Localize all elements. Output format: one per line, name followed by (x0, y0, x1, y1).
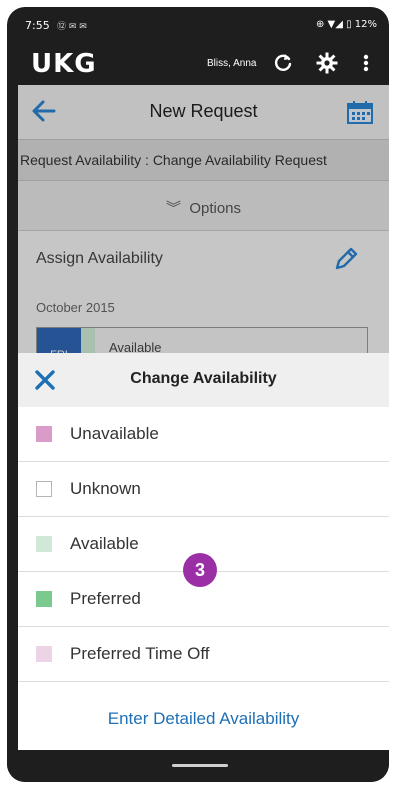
home-handle[interactable] (172, 764, 228, 767)
sheet-header: Change Availability (18, 353, 389, 407)
step-badge: 3 (183, 553, 217, 587)
option-label: Preferred (70, 589, 141, 608)
enter-detailed-availability-link[interactable]: Enter Detailed Availability (18, 709, 389, 729)
option-label: Unavailable (70, 424, 159, 443)
color-swatch (36, 591, 52, 607)
dim-overlay (18, 85, 389, 353)
option-label: Available (70, 534, 139, 553)
app-bar: UKG Bliss, Anna (7, 47, 389, 85)
color-swatch (36, 481, 52, 497)
status-notification-icons: ⑫ ✉ ✉ (57, 22, 87, 32)
phone-frame: 7:55 ⑫ ✉ ✉ ⊕ ▼◢ ▯ 12% UKG Bliss, Anna Ne… (7, 7, 389, 782)
status-battery: ⊕ ▼◢ ▯ 12% (315, 19, 377, 30)
change-availability-sheet: Change Availability Unavailable Unknown … (18, 353, 389, 757)
option-unknown[interactable]: Unknown (18, 462, 389, 517)
color-swatch (36, 646, 52, 662)
user-name[interactable]: Bliss, Anna (207, 58, 256, 69)
ukg-logo: UKG (31, 49, 97, 79)
option-label: Preferred Time Off (70, 644, 210, 663)
color-swatch (36, 426, 52, 442)
option-preferred-time-off[interactable]: Preferred Time Off (18, 627, 389, 682)
refresh-icon[interactable] (271, 51, 295, 75)
option-label: Unknown (70, 479, 141, 498)
overflow-menu-icon[interactable] (359, 51, 373, 75)
status-bar: 7:55 ⑫ ✉ ✉ ⊕ ▼◢ ▯ 12% (7, 7, 389, 47)
color-swatch (36, 536, 52, 552)
option-unavailable[interactable]: Unavailable (18, 407, 389, 462)
gear-icon[interactable] (315, 51, 339, 75)
status-time: 7:55 (25, 19, 50, 32)
sheet-title: Change Availability (130, 370, 277, 387)
navigation-bar (7, 750, 389, 782)
app-screen: New Request Request Availability : Chang… (18, 85, 389, 757)
